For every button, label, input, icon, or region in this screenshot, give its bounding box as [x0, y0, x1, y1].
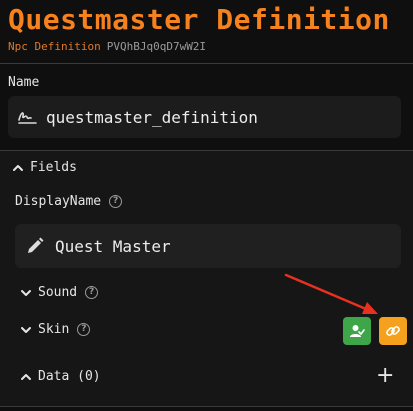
displayname-field[interactable]: Quest Master: [15, 224, 401, 268]
header-divider: [0, 63, 413, 64]
skin-toggle[interactable]: Skin ?: [20, 322, 91, 337]
link-icon: [385, 323, 401, 339]
displayname-value: Quest Master: [55, 236, 171, 256]
definition-meta: Npc Definition PVQhBJq0qD7wW2I: [8, 40, 206, 54]
name-label: Name: [8, 75, 40, 90]
displayname-label: DisplayName: [15, 194, 102, 209]
name-field[interactable]: questmaster_definition: [8, 96, 401, 138]
chevron-up-icon: [20, 371, 32, 383]
assign-skin-button[interactable]: [343, 317, 371, 345]
sound-toggle[interactable]: Sound ?: [20, 285, 99, 300]
sound-label: Sound: [38, 285, 78, 300]
help-icon[interactable]: ?: [77, 323, 91, 336]
definition-id: PVQhBJq0qD7wW2I: [106, 40, 207, 53]
chevron-down-icon: [20, 287, 32, 299]
signature-icon: [16, 108, 38, 126]
fields-toggle[interactable]: Fields: [12, 160, 77, 175]
fields-label: Fields: [30, 160, 77, 175]
link-skin-button[interactable]: [379, 317, 407, 345]
skin-label: Skin: [38, 322, 70, 337]
add-data-button[interactable]: +: [376, 364, 394, 388]
page-title: Questmaster Definition: [8, 3, 390, 36]
chevron-down-icon: [20, 324, 32, 336]
name-value: questmaster_definition: [46, 107, 258, 127]
displayname-row: DisplayName ?: [15, 194, 123, 209]
help-icon[interactable]: ?: [85, 286, 99, 299]
person-check-icon: [349, 323, 365, 339]
help-icon[interactable]: ?: [109, 195, 123, 208]
chevron-up-icon: [12, 162, 24, 174]
pencil-icon: [25, 236, 45, 256]
definition-kind: Npc Definition: [8, 40, 101, 53]
data-toggle[interactable]: Data (0): [20, 369, 101, 384]
data-label: Data (0): [38, 369, 101, 384]
